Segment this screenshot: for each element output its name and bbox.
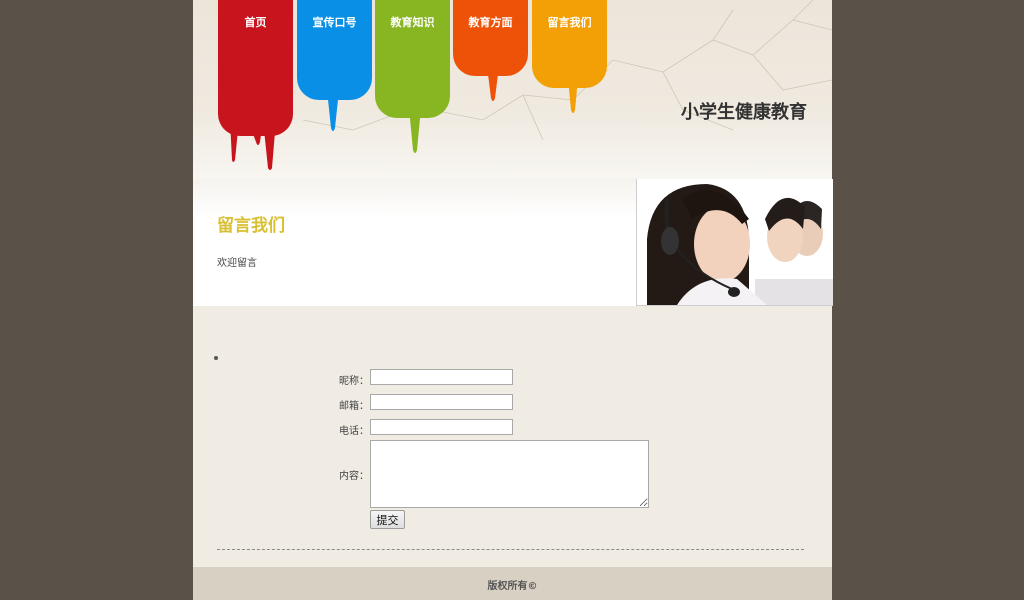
customer-service-photo [636, 179, 833, 306]
nickname-label: 昵称： [339, 376, 369, 387]
email-label: 邮箱： [339, 401, 369, 412]
list-bullet [214, 356, 218, 360]
nav-label-aspects: 教育方面 [468, 16, 513, 29]
nav-tab-knowledge[interactable]: 教育知识 [375, 0, 450, 118]
page-title: 留言我们 [217, 216, 285, 236]
email-input[interactable] [370, 394, 513, 410]
paint-drip-orange [487, 66, 499, 101]
copyright-text: 版权所有© [487, 581, 538, 592]
paint-drip-green [409, 108, 421, 153]
nav-tab-home[interactable]: 首页 [218, 0, 293, 136]
footer: 版权所有© [193, 567, 832, 600]
submit-button[interactable]: 提交 [370, 510, 405, 529]
phone-label: 电话： [339, 426, 369, 437]
paint-drip-yellow [568, 78, 578, 113]
phone-input[interactable] [370, 419, 513, 435]
nav-label-home: 首页 [244, 16, 267, 29]
nickname-input[interactable] [370, 369, 513, 385]
nav-tab-slogans[interactable]: 宣传口号 [297, 0, 372, 100]
nav-label-contact: 留言我们 [547, 16, 592, 29]
banner: 留言我们 欢迎留言 [193, 179, 833, 306]
content-textarea[interactable] [370, 440, 649, 508]
nav-tab-contact[interactable]: 留言我们 [532, 0, 607, 88]
header: 首页 宣传口号 教育知识 教育方面 留言我们 小学生健康教育 [193, 0, 832, 179]
paint-drip-red [230, 120, 276, 170]
content-label: 内容： [339, 471, 369, 482]
page-container: 首页 宣传口号 教育知识 教育方面 留言我们 小学生健康教育 留言我们 欢迎留言… [193, 0, 833, 600]
page-subtitle: 欢迎留言 [217, 258, 257, 269]
nav-tab-aspects[interactable]: 教育方面 [453, 0, 528, 76]
site-title: 小学生健康教育 [681, 102, 807, 123]
paint-drip-blue [327, 90, 339, 131]
nav-label-slogans: 宣传口号 [312, 16, 357, 29]
content-divider [217, 549, 804, 550]
nav-label-knowledge: 教育知识 [390, 16, 435, 29]
